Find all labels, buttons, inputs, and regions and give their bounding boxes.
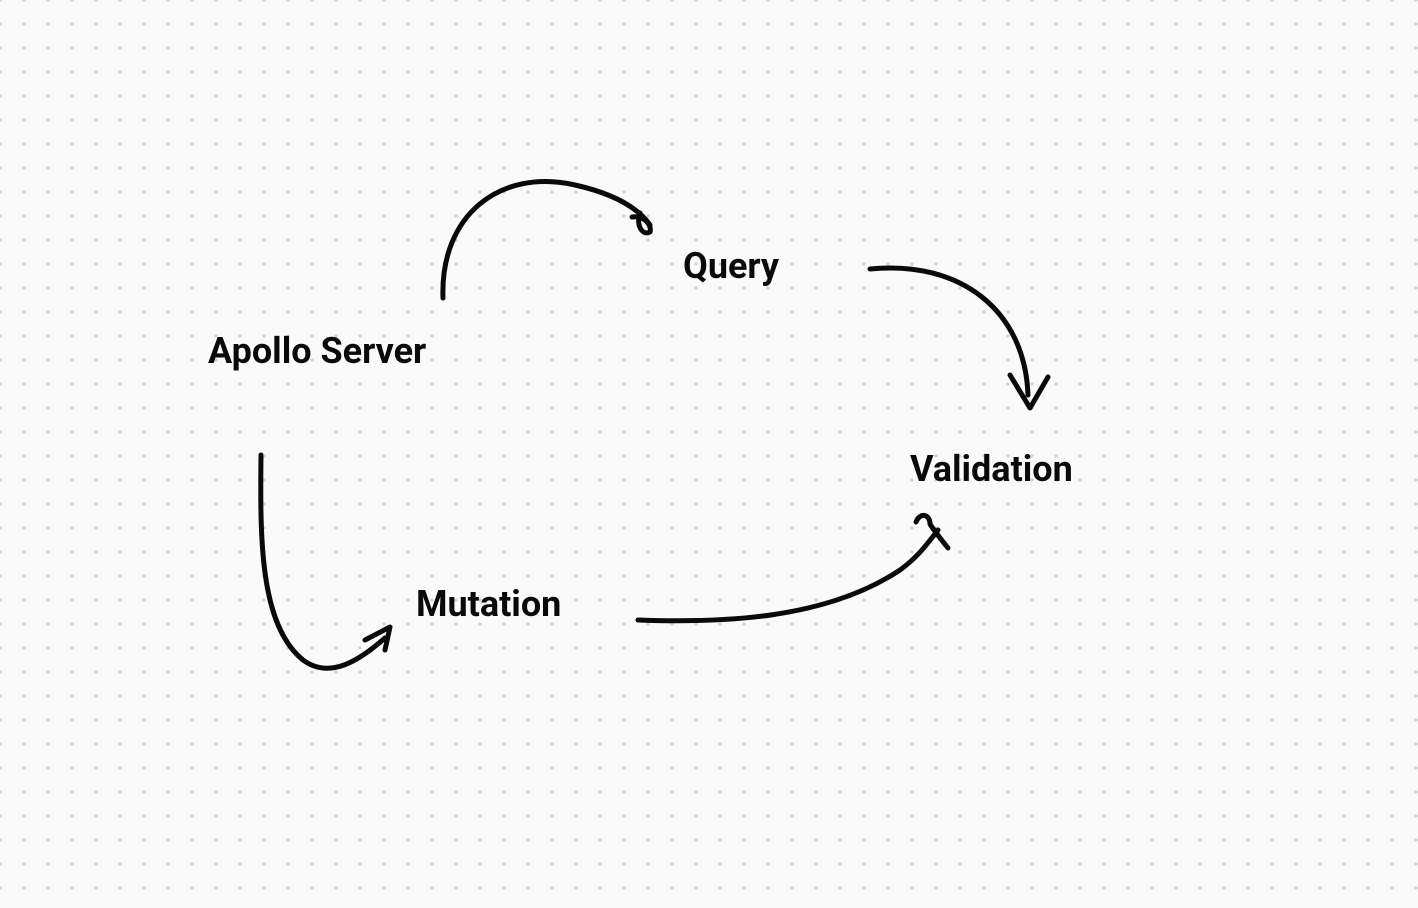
node-mutation: Mutation bbox=[416, 583, 561, 625]
node-query: Query bbox=[683, 245, 779, 287]
arrow-mutation-to-validation bbox=[638, 515, 948, 620]
arrow-apollo-to-mutation bbox=[261, 455, 390, 668]
arrow-apollo-to-query bbox=[443, 182, 650, 298]
arrow-query-to-validation bbox=[870, 268, 1048, 408]
node-apollo-server: Apollo Server bbox=[208, 330, 426, 372]
arrows-layer bbox=[0, 0, 1418, 908]
node-validation: Validation bbox=[910, 448, 1073, 490]
